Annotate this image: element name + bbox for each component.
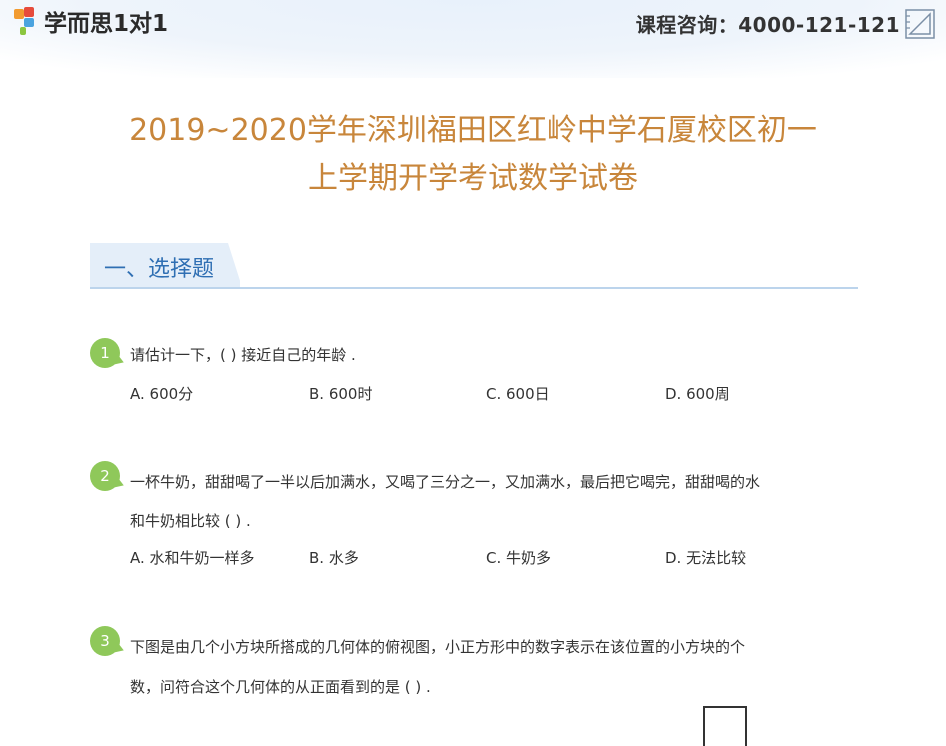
hotline-label: 课程咨询： xyxy=(635,13,739,37)
brand-name: 学而思1对1 xyxy=(44,11,169,37)
hotline: 课程咨询：4000-121-121 xyxy=(636,9,900,38)
exam-title-line-2: 上学期开学考试数学试卷 xyxy=(308,161,638,196)
question-text: 一杯牛奶，甜甜喝了一半以后加满水，又喝了三分之一，又加满水，最后把它喝完，甜甜喝… xyxy=(130,473,761,491)
page-header: 学而思1对1 课程咨询：4000-121-121 xyxy=(0,0,946,78)
question-text: 数，问符合这个几何体的从正面看到的是 ( ) . xyxy=(130,678,431,696)
option-b[interactable]: B. 600时 xyxy=(309,383,372,404)
option-d[interactable]: D. 600周 xyxy=(665,383,730,404)
question-number-badge: 2 xyxy=(90,461,120,491)
brand-logo-icon xyxy=(10,5,40,37)
question-number-badge: 1 xyxy=(90,338,120,368)
option-a[interactable]: A. 水和牛奶一样多 xyxy=(130,547,255,568)
section-header: 一、选择题 xyxy=(90,243,858,289)
top-view-figure xyxy=(703,706,747,746)
option-a[interactable]: A. 600分 xyxy=(130,383,193,404)
option-c[interactable]: C. 牛奶多 xyxy=(486,547,551,568)
question-text: 请估计一下，( ) 接近自己的年龄 . xyxy=(130,346,356,364)
section-divider xyxy=(90,287,858,289)
hotline-number: 4000-121-121 xyxy=(738,13,900,37)
brand-logo[interactable]: 学而思1对1 xyxy=(10,4,168,38)
option-b[interactable]: B. 水多 xyxy=(309,547,359,568)
question-text: 下图是由几个小方块所搭成的几何体的俯视图，小正方形中的数字表示在该位置的小方块的… xyxy=(130,638,746,656)
question-number-badge: 3 xyxy=(90,626,120,656)
exam-title-line-1: 2019~2020学年深圳福田区红岭中学石厦校区初一 xyxy=(129,113,817,148)
question-text: 和牛奶相比较 ( ) . xyxy=(130,512,251,530)
option-d[interactable]: D. 无法比较 xyxy=(665,547,746,568)
option-c[interactable]: C. 600日 xyxy=(486,383,550,404)
section-title: 一、选择题 xyxy=(104,257,215,282)
ruler-icon xyxy=(905,9,935,39)
